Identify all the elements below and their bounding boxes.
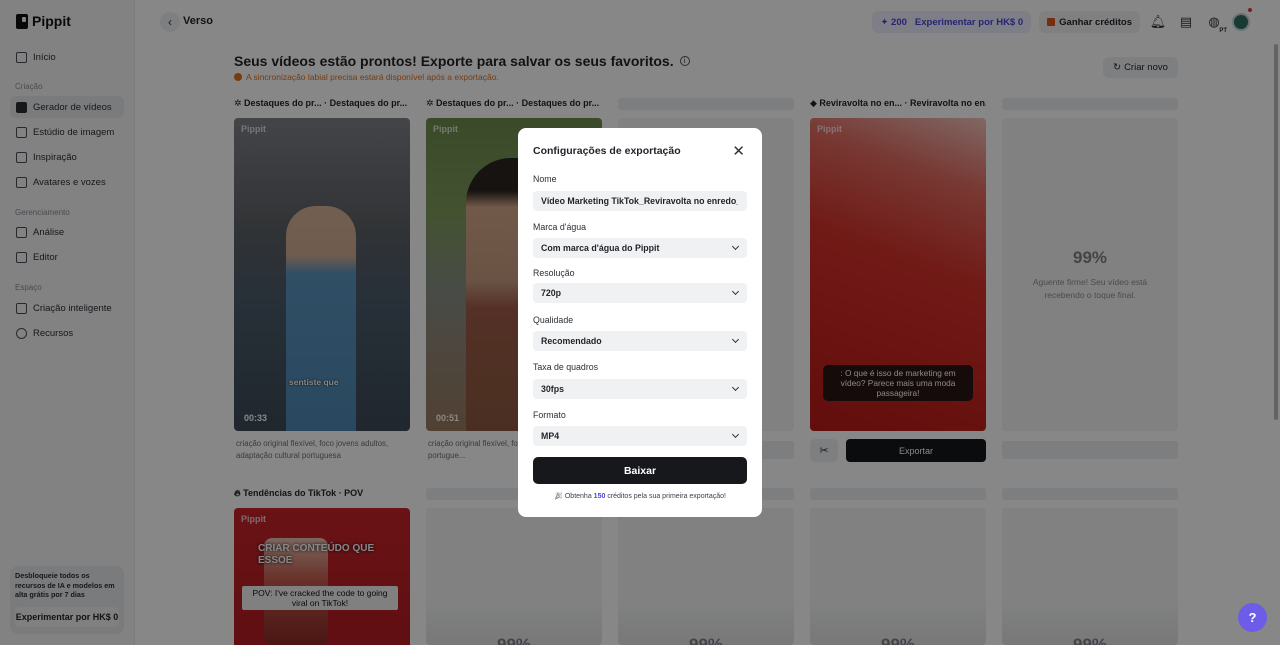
- resolution-value: 720p: [541, 288, 562, 298]
- party-icon: 🎉︎: [554, 493, 563, 500]
- name-label: Nome: [533, 174, 557, 184]
- name-input[interactable]: [541, 196, 738, 206]
- export-settings-dialog: Configurações de exportação ✕ Nome Marca…: [518, 128, 762, 517]
- watermark-select[interactable]: Com marca d'água do Pippit: [533, 238, 747, 258]
- quality-label: Qualidade: [533, 315, 574, 325]
- format-value: MP4: [541, 431, 560, 441]
- format-label: Formato: [533, 410, 566, 420]
- download-button[interactable]: Baixar: [533, 457, 747, 484]
- close-icon[interactable]: ✕: [732, 144, 745, 159]
- framerate-value: 30fps: [541, 384, 564, 394]
- name-field[interactable]: [533, 191, 747, 211]
- quality-select[interactable]: Recomendado: [533, 331, 747, 351]
- chevron-down-icon: [731, 242, 740, 251]
- dialog-title: Configurações de exportação: [533, 145, 681, 157]
- credits-promo-note: 🎉︎ Obtenha 150 créditos pela sua primeir…: [518, 492, 762, 500]
- watermark-value: Com marca d'água do Pippit: [541, 243, 660, 253]
- help-icon[interactable]: ?: [1238, 603, 1267, 632]
- chevron-down-icon: [731, 287, 740, 296]
- framerate-select[interactable]: 30fps: [533, 379, 747, 399]
- resolution-select[interactable]: 720p: [533, 283, 747, 303]
- watermark-label: Marca d'água: [533, 222, 587, 232]
- chevron-down-icon: [731, 430, 740, 439]
- format-select[interactable]: MP4: [533, 426, 747, 446]
- chevron-down-icon: [731, 335, 740, 344]
- footer-text-pre: Obtenha: [564, 493, 592, 500]
- footer-credits: 150: [593, 493, 606, 500]
- footer-text-post: créditos pela sua primeira exportação!: [607, 493, 726, 500]
- framerate-label: Taxa de quadros: [533, 362, 599, 372]
- chevron-down-icon: [731, 383, 740, 392]
- quality-value: Recomendado: [541, 336, 602, 346]
- resolution-label: Resolução: [533, 268, 575, 278]
